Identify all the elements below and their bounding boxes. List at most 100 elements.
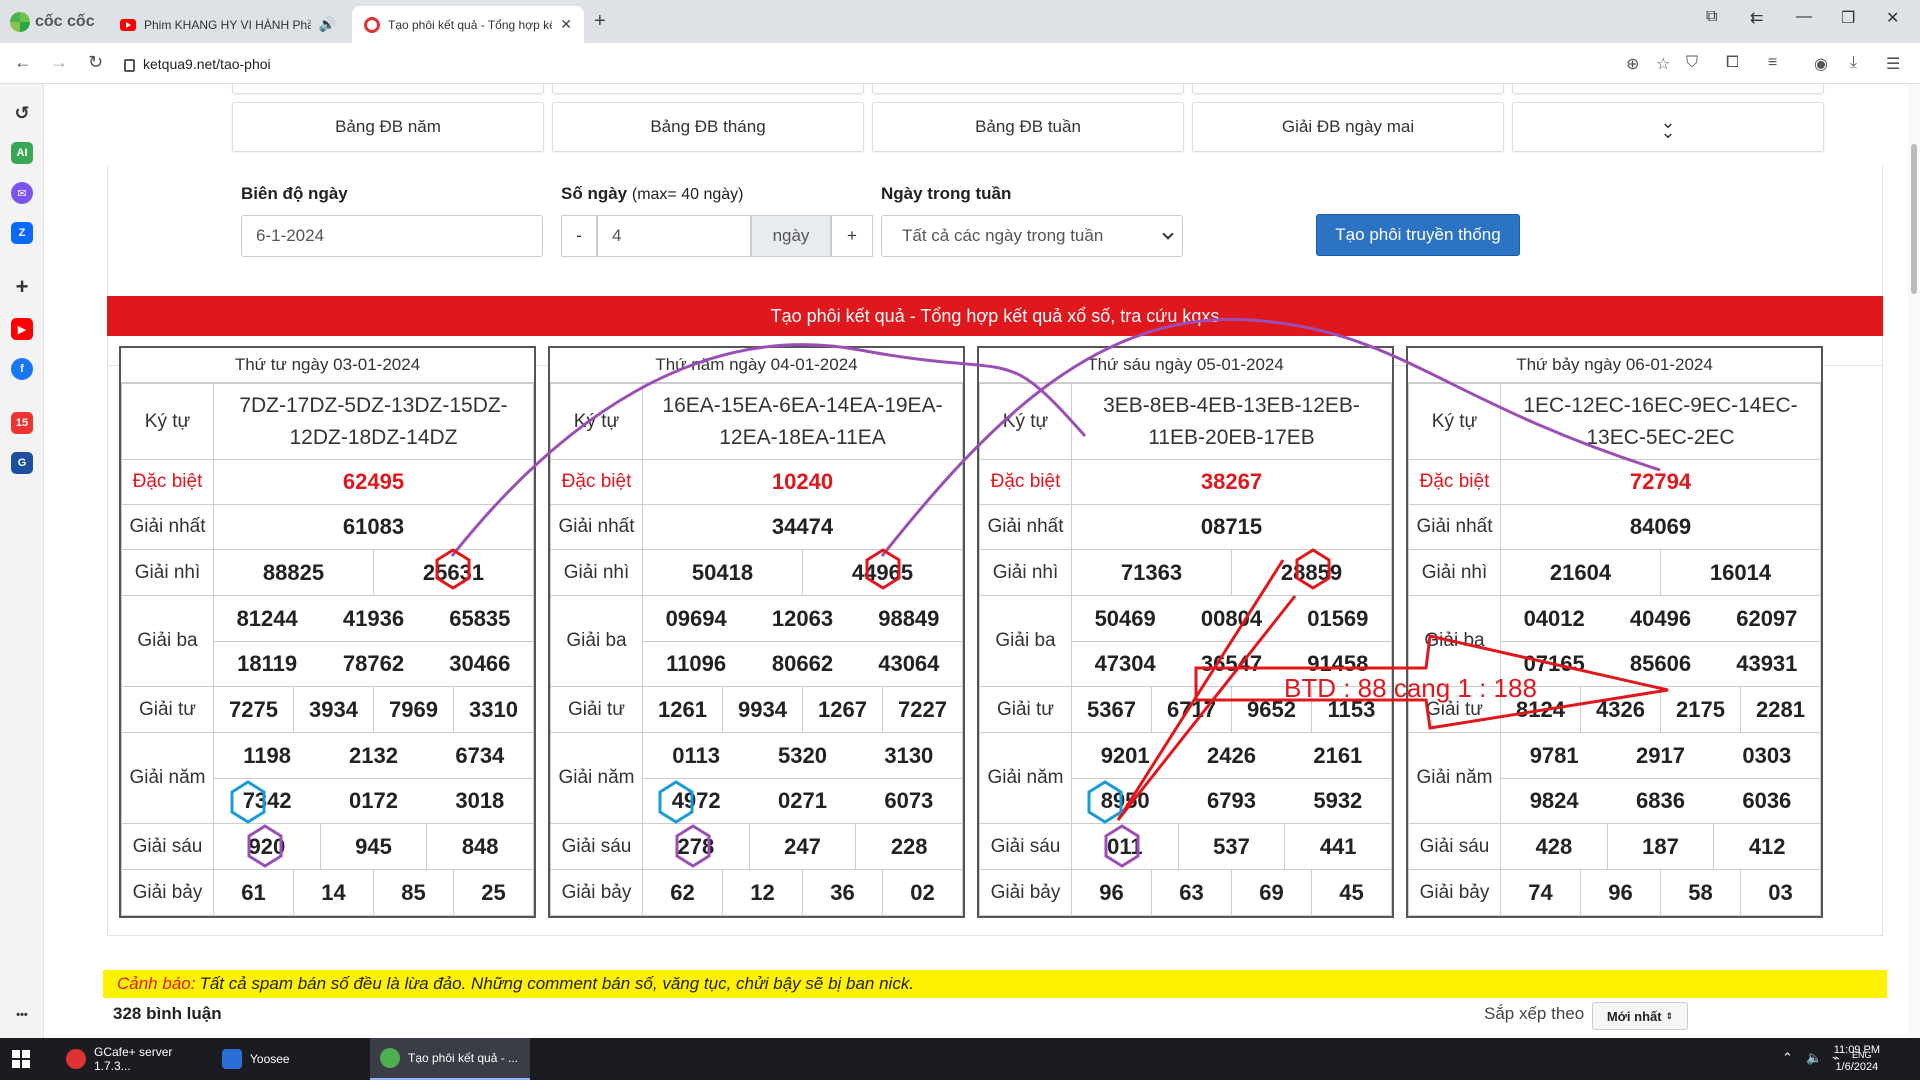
g7-label: Giải bảy [550, 869, 643, 916]
add-app-icon[interactable]: + [11, 274, 33, 299]
url-field[interactable]: ketqua9.net/tao-phoi [124, 51, 1584, 77]
coccoc-icon [380, 1048, 400, 1068]
volume-icon[interactable]: 🔈 [1806, 1050, 1822, 1066]
youtube-icon[interactable]: ▶ [11, 318, 33, 340]
playlist-icon[interactable]: ≡ [1768, 54, 1777, 72]
scrollbar-thumb[interactable] [1911, 144, 1917, 294]
nav-bang-db-nam[interactable]: Bảng ĐB năm [232, 102, 544, 152]
game-icon[interactable]: G [11, 452, 33, 474]
expand-nav-button[interactable]: ⌄ ⌄ [1512, 102, 1824, 152]
g5-value: 8950 [1100, 788, 1150, 813]
g3-value: 12063 [771, 605, 834, 631]
tab-khang-hy[interactable]: Phim KHANG HY VI HÀNH Phần 🔊 [108, 6, 348, 43]
youtube-favicon-icon [120, 18, 136, 31]
warning-text: Tất cả spam bán số đều là lừa đảo. Những… [199, 974, 915, 993]
nav-row-hidden [552, 84, 864, 94]
kytu-value: 16EA-15EA-6EA-14EA-19EA-12EA-18EA-11EA [642, 383, 963, 460]
coccoc-logo[interactable]: cốc cốc [10, 10, 95, 34]
days-hint: (max= 40 ngày) [631, 186, 744, 203]
g4-value: 3310 [453, 687, 533, 732]
g2-label: Giải nhì [1408, 549, 1501, 596]
more-icon[interactable]: ••• [11, 1004, 33, 1026]
db-value: 62495 [213, 459, 534, 505]
g6-value: 011 [1107, 833, 1143, 859]
g3-value: 50469 [1094, 605, 1156, 631]
taskbar-app-coccoc[interactable]: Tạo phôi kết quả - ... [370, 1038, 530, 1080]
days-plus-button[interactable]: + [831, 215, 873, 257]
speaker-icon[interactable]: 🔊 [319, 16, 336, 33]
g3-value: 11096 [666, 651, 727, 676]
extensions-icon[interactable]: ⧠ [1726, 54, 1739, 72]
days-minus-button[interactable]: - [561, 215, 597, 257]
close-window-icon[interactable]: ✕ [1886, 8, 1899, 28]
back-icon[interactable]: ← [14, 52, 32, 73]
range-input[interactable]: 6-1-2024 [241, 215, 543, 257]
nav-bang-db-tuan[interactable]: Bảng ĐB tuần [872, 102, 1184, 152]
restore-icon[interactable]: ❐ [1841, 8, 1855, 28]
g2-value: 50418 [691, 559, 754, 585]
g1-label: Giải nhất [1408, 504, 1501, 550]
g3-label: Giải ba [550, 595, 643, 687]
g5-value: 6793 [1207, 788, 1256, 813]
taskbar-app-yoosee[interactable]: Yoosee [212, 1038, 362, 1080]
messenger-icon[interactable]: ✉ [11, 182, 33, 204]
db-label: Đặc biệt [550, 459, 643, 505]
kytu-label: Ký tự [121, 383, 214, 460]
g7-value: 14 [293, 870, 373, 915]
shield-icon[interactable]: ⛉ [1686, 54, 1698, 72]
history-icon[interactable]: ↺ [11, 102, 33, 124]
g3-label: Giải ba [121, 595, 214, 687]
lock-icon [124, 59, 135, 72]
g5-value: 5932 [1313, 788, 1363, 813]
facebook-icon[interactable]: f [11, 358, 33, 380]
zalo-icon[interactable]: Z [11, 222, 33, 244]
menu-icon[interactable]: ☰ [1886, 54, 1900, 74]
g6-value: 441 [1284, 824, 1391, 869]
bookmark-star-icon[interactable]: ☆ [1656, 54, 1670, 74]
g4-label: Giải tư [1408, 686, 1501, 733]
page-scrollbar[interactable] [1908, 84, 1920, 1038]
g6-value: 920 [248, 833, 286, 859]
g7-value: 12 [722, 870, 802, 915]
comment-count: 328 bình luận [113, 1004, 222, 1023]
download-icon[interactable]: ⤓ [1850, 54, 1857, 72]
sort-select[interactable]: Mới nhất ⇕ [1592, 1002, 1688, 1030]
g5-label: Giải năm [979, 732, 1072, 824]
calendar-icon[interactable]: 15 [11, 412, 33, 434]
close-tab-icon[interactable]: ✕ [560, 16, 572, 33]
g3-value: 07165 [1523, 651, 1585, 676]
g4-value: 7969 [373, 687, 453, 732]
db-value: 10240 [642, 459, 963, 505]
days-input[interactable]: 4 [597, 215, 751, 257]
windows-start-icon[interactable] [12, 1050, 30, 1068]
create-phoi-button[interactable]: Tạo phôi truyền thống [1316, 214, 1520, 256]
g5-value: 3130 [884, 742, 934, 768]
nav-giai-db-ngay-mai[interactable]: Giải ĐB ngày mai [1192, 102, 1504, 152]
back-arrows-icon[interactable]: ⇇ [1750, 8, 1763, 28]
g5-value: 0303 [1742, 742, 1792, 768]
tray-chevron-up-icon[interactable]: ⌃ [1782, 1050, 1793, 1066]
nav-bang-db-thang[interactable]: Bảng ĐB tháng [552, 102, 864, 152]
g1-label: Giải nhất [979, 504, 1072, 550]
reload-icon[interactable]: ↻ [88, 52, 103, 73]
g6-value: 848 [426, 824, 533, 869]
screenshot-icon[interactable]: ⧉ [1706, 8, 1717, 26]
tab-tao-phoi[interactable]: Tạo phôi kết quả - Tổng hợp kế ✕ [352, 6, 584, 43]
forward-icon[interactable]: → [50, 52, 68, 73]
profile-icon[interactable]: ◉ [1814, 54, 1828, 74]
result-card: Thứ bảy ngày 06-01-2024 Ký tự 1EC-12EC-1… [1406, 346, 1823, 918]
clock[interactable]: 11:09 PM 1/6/2024 [1834, 1042, 1880, 1076]
taskbar-app-gcafe[interactable]: GCafe+ server 1.7.3... [56, 1038, 206, 1080]
g3-value: 09694 [665, 605, 727, 631]
new-tab-icon[interactable]: + [594, 10, 606, 33]
g3-value: 81244 [236, 605, 298, 631]
g6-value: 278 [677, 833, 715, 859]
g3-value: 00804 [1200, 605, 1263, 631]
g3-value: 30466 [449, 651, 511, 676]
zoom-icon[interactable]: ⊕ [1626, 54, 1639, 74]
page-content: Bảng ĐB năm Bảng ĐB tháng Bảng ĐB tuần G… [44, 84, 1900, 1038]
ai-icon[interactable]: AI [11, 142, 33, 164]
weekday-select[interactable]: Tất cả các ngày trong tuần [881, 215, 1183, 257]
minimize-icon[interactable]: — [1796, 8, 1812, 26]
g4-label: Giải tư [550, 686, 643, 733]
